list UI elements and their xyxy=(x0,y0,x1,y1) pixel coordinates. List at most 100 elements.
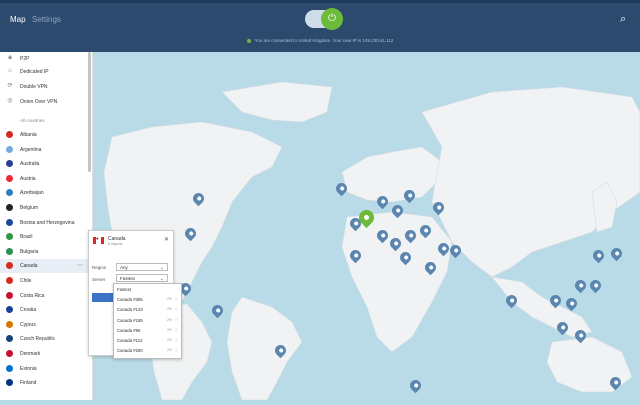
sidebar-item-dedicated-ip[interactable]: ⌂ Dedicated IP xyxy=(0,65,88,79)
country-flag-icon xyxy=(6,364,13,372)
chevron-down-icon: ⌄ xyxy=(159,276,164,282)
more-options-icon[interactable]: ⋯ xyxy=(77,262,83,269)
country-flag-icon xyxy=(6,131,13,138)
country-label: Chile xyxy=(20,278,32,284)
country-label: Denmark xyxy=(20,351,41,357)
sidebar-item-country[interactable]: Austria xyxy=(0,172,88,186)
dropdown-option[interactable]: Canada #96 2% ♡ xyxy=(114,326,181,335)
server-load: 2% xyxy=(166,338,172,342)
country-flag-icon xyxy=(6,204,13,211)
double-vpn-icon: ⟳ xyxy=(7,83,13,89)
country-label: Cyprus xyxy=(20,321,36,328)
sidebar-item-country[interactable]: Chile xyxy=(0,274,88,288)
country-label: Albania xyxy=(20,132,37,138)
home-icon: ⌂ xyxy=(8,68,12,74)
country-label: Brazil xyxy=(20,234,33,241)
sidebar-item-country[interactable]: Argentina xyxy=(0,143,88,157)
country-label: Azerbaijan xyxy=(20,190,44,197)
dropdown-option-label: Canada #280 xyxy=(117,348,143,354)
connection-toggle[interactable]: ⏻ xyxy=(305,8,343,30)
sidebar-item-p2p[interactable]: ◈ P2P xyxy=(0,52,88,66)
country-flag-icon xyxy=(6,291,13,299)
canada-flag-icon xyxy=(93,236,104,244)
favorite-icon[interactable]: ♡ xyxy=(174,346,178,355)
country-flag-icon xyxy=(6,233,13,241)
server-load: 2% xyxy=(166,348,172,353)
country-flag-icon xyxy=(6,247,13,255)
sidebar-item-country[interactable]: Azerbaijan xyxy=(0,186,88,200)
sidebar-item-onion-over-vpn[interactable]: ◎ Onion Over VPN xyxy=(0,95,88,109)
dropdown-option-label: Canada #96 xyxy=(117,327,141,333)
server-dropdown: Fastest Canada #385 2% ♡ Canada #133 2% ♡ Canad… xyxy=(113,283,182,359)
sidebar-scrollbar[interactable] xyxy=(88,52,91,172)
server-load: 2% xyxy=(166,307,172,312)
sidebar-item-double-vpn[interactable]: ⟳ Double VPN xyxy=(0,80,88,94)
sidebar-item-country[interactable]: Belgium xyxy=(0,201,88,215)
sidebar-item-country[interactable]: Bulgaria xyxy=(0,245,88,259)
country-label: Estonia xyxy=(20,365,37,372)
chevron-down-icon: ⌄ xyxy=(159,265,164,271)
dropdown-option[interactable]: Canada #133 2% ♡ xyxy=(114,305,181,314)
country-label: Argentina xyxy=(20,146,42,153)
country-label: Bulgaria xyxy=(20,248,39,255)
tab-map[interactable]: Map xyxy=(10,15,26,24)
country-label: Bosnia and Herzegovina xyxy=(20,219,75,226)
country-label: Canada xyxy=(20,263,38,270)
dropdown-option[interactable]: Canada #112 2% ♡ xyxy=(114,336,181,345)
dropdown-option-label: Canada #133 xyxy=(117,307,143,313)
server-load: 2% xyxy=(166,297,172,302)
country-label: Costa Rica xyxy=(20,292,45,299)
dropdown-option-label: Canada #185 xyxy=(117,317,143,323)
country-label: Australia xyxy=(20,161,40,168)
country-label: Croatia xyxy=(20,307,37,314)
server-load: 2% xyxy=(166,317,172,322)
sidebar-item-country[interactable]: Denmark xyxy=(0,347,88,361)
sidebar-item-country[interactable]: Costa Rica xyxy=(0,289,88,303)
favorite-icon[interactable]: ♡ xyxy=(174,295,178,304)
country-flag-icon xyxy=(6,277,13,284)
sidebar-item-country[interactable]: Brazil xyxy=(0,230,88,244)
country-flag-icon xyxy=(6,335,13,343)
dropdown-option[interactable]: Canada #280 2% ♡ xyxy=(114,346,181,355)
status-text: You are connected to United Kingdom. You… xyxy=(254,38,394,43)
sidebar-item-country[interactable]: Canada ⋯ xyxy=(0,259,88,274)
server-label: Server xyxy=(92,277,106,282)
server-select[interactable]: Fastest ⌄ xyxy=(116,274,168,282)
favorite-icon[interactable]: ♡ xyxy=(174,336,178,345)
favorite-icon[interactable]: ♡ xyxy=(174,316,178,325)
search-icon[interactable]: ⌕ xyxy=(620,13,626,26)
dropdown-option[interactable]: Canada #385 2% ♡ xyxy=(114,295,181,304)
country-flag-icon xyxy=(6,189,13,197)
connection-status: You are connected to United Kingdom. You… xyxy=(0,38,640,43)
sidebar-item-country[interactable]: Finland xyxy=(0,376,88,390)
country-flag-icon xyxy=(6,350,13,357)
sidebar-item-country[interactable]: Croatia xyxy=(0,303,88,317)
dropdown-option-label: Fastest xyxy=(117,287,132,292)
dropdown-option-label: Canada #112 xyxy=(117,338,143,343)
dropdown-option[interactable]: Fastest xyxy=(114,285,181,294)
sidebar: ◈ P2P ⌂ Dedicated IP ⟳ Double VPN ◎ Onion Ov… xyxy=(0,52,93,400)
tab-settings[interactable]: Settings xyxy=(32,15,61,24)
country-flag-icon xyxy=(6,379,13,387)
sidebar-item-country[interactable]: Australia xyxy=(0,157,88,171)
country-flag-icon xyxy=(6,320,13,328)
country-label: Czech Republic xyxy=(20,336,56,343)
p2p-icon: ◈ xyxy=(7,55,13,61)
sidebar-item-country[interactable]: Albania xyxy=(0,128,88,142)
country-flag-icon xyxy=(6,145,13,153)
country-label: Austria xyxy=(20,175,36,182)
sidebar-item-country[interactable]: Estonia xyxy=(0,362,88,376)
dropdown-option[interactable]: Canada #185 2% ♡ xyxy=(114,316,181,325)
favorite-icon[interactable]: ♡ xyxy=(174,305,178,314)
country-flag-icon xyxy=(6,160,13,168)
sidebar-item-country[interactable]: Cyprus xyxy=(0,318,88,332)
sidebar-item-country[interactable]: Czech Republic xyxy=(0,332,88,346)
power-icon: ⏻ xyxy=(321,8,343,30)
country-flag-icon xyxy=(6,306,13,314)
close-icon[interactable]: ✕ xyxy=(164,236,169,243)
region-select[interactable]: Any ⌄ xyxy=(116,263,168,271)
country-flag-icon xyxy=(6,218,13,226)
sidebar-item-country[interactable]: Bosnia and Herzegovina xyxy=(0,216,88,230)
favorite-icon[interactable]: ♡ xyxy=(174,326,178,335)
server-load: 2% xyxy=(166,327,172,332)
